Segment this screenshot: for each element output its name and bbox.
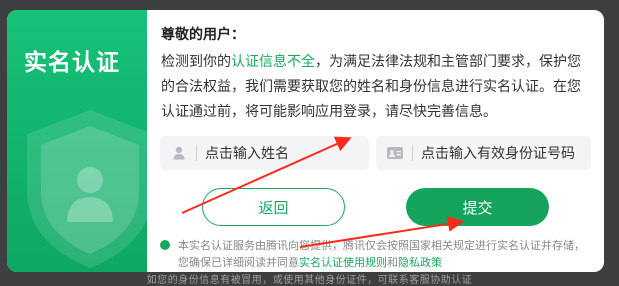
notice-paragraph: 检测到你的认证信息不全，为满足法律法规和主管部门要求，保护您的合法权益，我们需要… xyxy=(161,50,591,125)
dialog-content: 尊敬的用户： 检测到你的认证信息不全，为满足法律法规和主管部门要求，保护您的合法… xyxy=(147,10,604,272)
agreement-and: 和 xyxy=(387,256,398,269)
real-name-rules-link[interactable]: 实名认证使用规则 xyxy=(299,256,387,269)
dialog-side-banner: 实名认证 xyxy=(7,10,147,272)
id-input-divider xyxy=(412,145,413,161)
notice-text-before: 检测到你的 xyxy=(161,54,231,70)
agreement-row: 本实名认证服务由腾讯向您提供，腾讯仅会按照国家相关规定进行实名认证并存储，您确保… xyxy=(160,237,588,271)
greeting-text: 尊敬的用户： xyxy=(161,27,245,43)
id-card-icon xyxy=(386,144,404,162)
submit-button[interactable]: 提交 xyxy=(406,188,549,226)
name-input-divider xyxy=(196,145,197,161)
notice-highlight: 认证信息不全 xyxy=(231,54,315,70)
user-icon xyxy=(170,144,188,162)
name-input-placeholder: 点击输入姓名 xyxy=(205,146,289,162)
id-number-input[interactable]: 点击输入有效身份证号码 xyxy=(376,136,591,170)
agreement-checkbox[interactable] xyxy=(160,240,170,250)
background-hint-text: 如您的身份信息有被冒用，或使用其他身份证件，可联系客服协助认证 xyxy=(146,275,473,286)
privacy-policy-link[interactable]: 隐私政策 xyxy=(398,256,442,269)
real-name-auth-dialog: 实名认证 尊敬的用户： 检测到你的认证信息不全，为满足法律法规和主管部门要求，保… xyxy=(7,10,604,272)
back-button[interactable]: 返回 xyxy=(202,188,345,226)
shield-user-icon xyxy=(27,110,147,268)
agreement-text: 本实名认证服务由腾讯向您提供，腾讯仅会按照国家相关规定进行实名认证并存储，您确保… xyxy=(178,237,588,271)
banner-title: 实名认证 xyxy=(24,50,120,76)
name-input[interactable]: 点击输入姓名 xyxy=(160,136,369,170)
id-input-placeholder: 点击输入有效身份证号码 xyxy=(421,146,575,162)
